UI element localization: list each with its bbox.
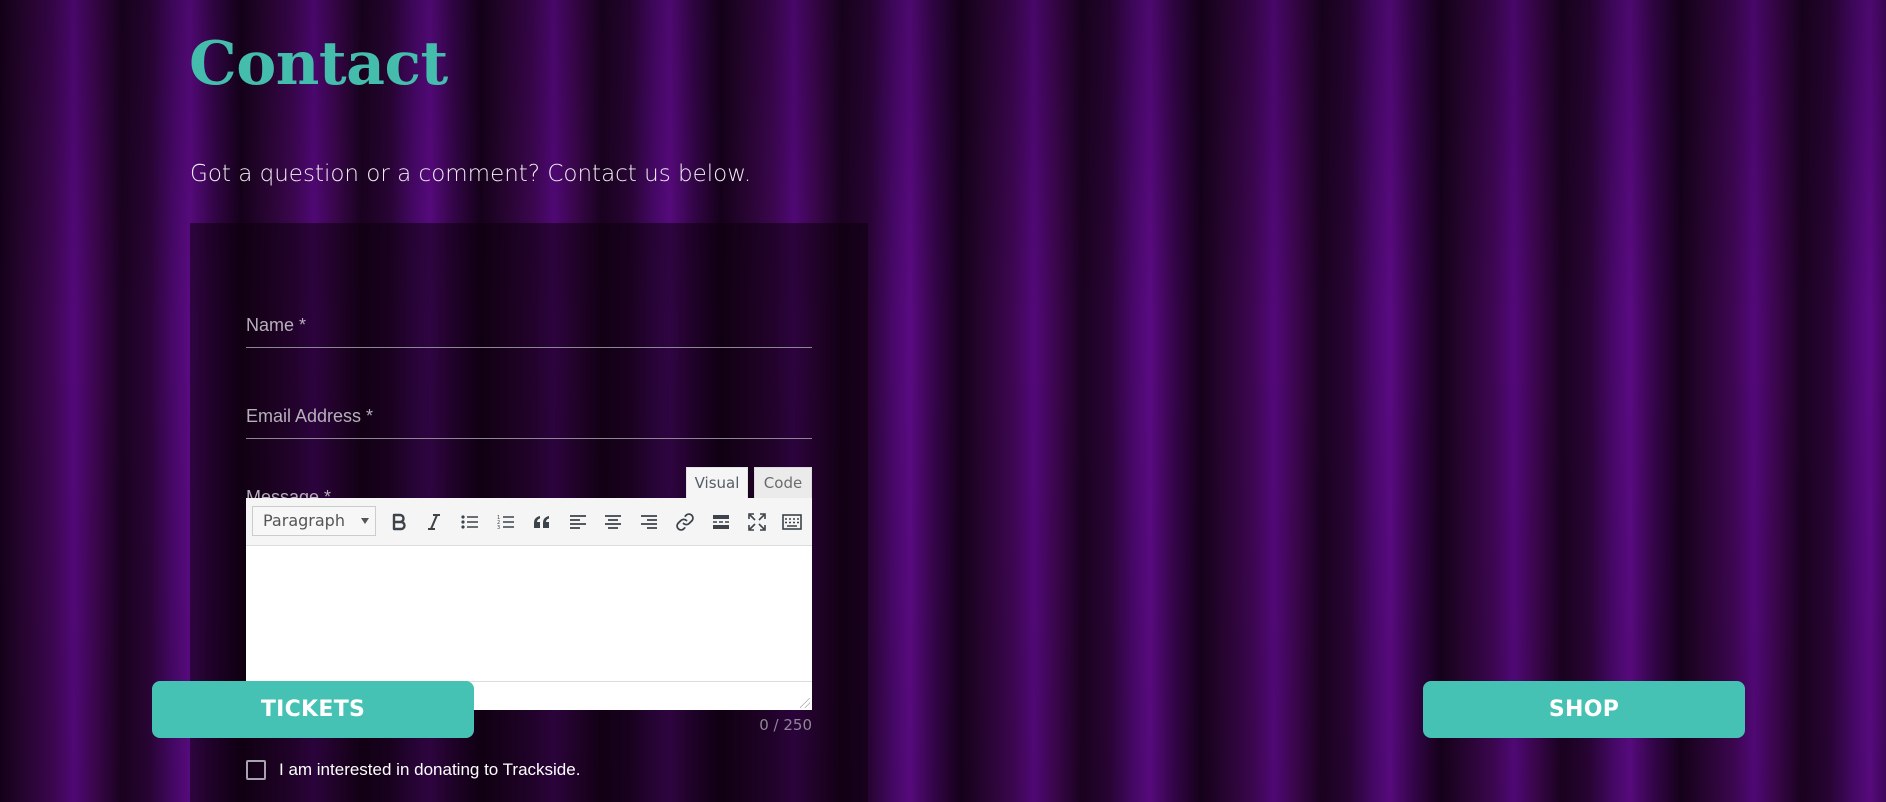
page-title: Contact xyxy=(189,29,448,99)
donate-label[interactable]: I am interested in donating to Trackside… xyxy=(279,760,580,780)
blockquote-button[interactable] xyxy=(527,507,557,537)
align-right-icon xyxy=(641,515,657,529)
svg-text:3: 3 xyxy=(497,525,500,530)
italic-icon xyxy=(428,514,440,530)
intro-text: Got a question or a comment? Contact us … xyxy=(190,161,752,187)
align-left-button[interactable] xyxy=(563,507,593,537)
fullscreen-button[interactable] xyxy=(742,507,772,537)
format-select-value: Paragraph xyxy=(263,511,345,530)
tab-code[interactable]: Code xyxy=(754,467,812,498)
italic-button[interactable] xyxy=(419,507,449,537)
message-textarea[interactable] xyxy=(246,546,812,682)
fullscreen-icon xyxy=(748,513,766,531)
align-center-button[interactable] xyxy=(598,507,628,537)
name-field-wrapper xyxy=(246,303,812,348)
insert-link-button[interactable] xyxy=(670,507,700,537)
align-left-icon xyxy=(570,515,586,529)
toolbar-toggle-button[interactable] xyxy=(777,507,807,537)
editor-toolbar: Paragraph 1 2 3 xyxy=(246,498,812,546)
read-more-button[interactable] xyxy=(706,507,736,537)
shop-button[interactable]: SHOP xyxy=(1423,681,1745,738)
tab-visual[interactable]: Visual xyxy=(686,467,748,498)
toolbar-toggle-icon xyxy=(782,514,802,530)
email-field-wrapper xyxy=(246,394,812,439)
link-icon xyxy=(676,513,694,531)
email-input[interactable] xyxy=(246,394,812,438)
align-right-button[interactable] xyxy=(634,507,664,537)
resize-handle-icon[interactable] xyxy=(800,698,810,708)
donate-checkbox[interactable] xyxy=(246,760,266,780)
donate-option: I am interested in donating to Trackside… xyxy=(246,758,580,782)
format-select[interactable]: Paragraph xyxy=(252,506,376,536)
bold-button[interactable] xyxy=(384,507,414,537)
bulleted-list-icon xyxy=(461,515,478,529)
tickets-button[interactable]: TICKETS xyxy=(152,681,474,738)
blockquote-icon xyxy=(534,516,549,528)
bulleted-list-button[interactable] xyxy=(455,507,485,537)
name-input[interactable] xyxy=(246,303,812,347)
align-center-icon xyxy=(605,515,621,529)
chevron-down-icon xyxy=(361,518,369,524)
bold-icon xyxy=(392,513,406,531)
numbered-list-button[interactable]: 1 2 3 xyxy=(491,507,521,537)
numbered-list-icon: 1 2 3 xyxy=(497,515,514,530)
message-editor: Message * Visual Code Paragraph 1 2 3 xyxy=(246,467,812,713)
read-more-icon xyxy=(713,515,729,529)
